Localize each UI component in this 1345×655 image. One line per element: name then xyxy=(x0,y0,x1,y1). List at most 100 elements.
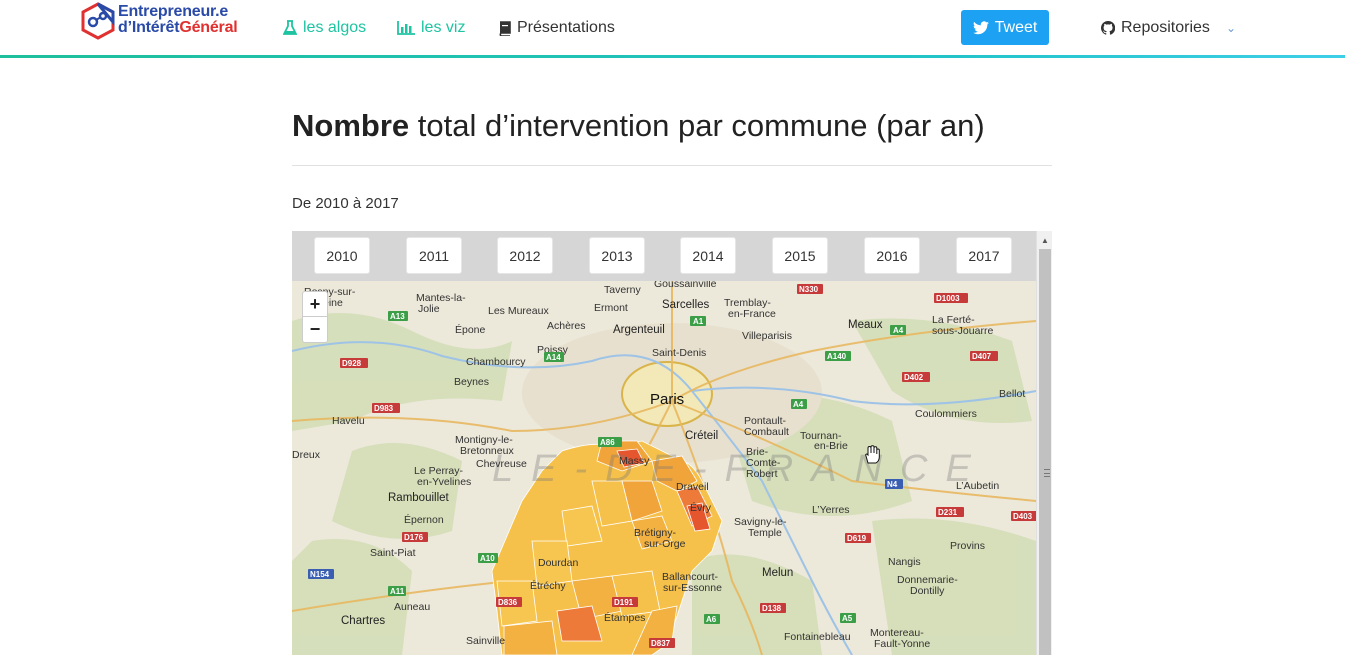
book-icon xyxy=(499,20,511,36)
zoom-out-button[interactable]: − xyxy=(303,317,327,342)
svg-text:D402: D402 xyxy=(904,373,924,382)
year-button-2011[interactable]: 2011 xyxy=(406,237,462,274)
year-button-2014[interactable]: 2014 xyxy=(680,237,736,274)
svg-text:D619: D619 xyxy=(847,534,867,543)
nav-repositories-label: Repositories xyxy=(1121,19,1210,36)
tweet-label: Tweet xyxy=(994,18,1038,36)
svg-text:Auneau: Auneau xyxy=(394,601,430,613)
svg-text:Créteil: Créteil xyxy=(685,430,718,442)
year-button-2016[interactable]: 2016 xyxy=(864,237,920,274)
svg-text:Épone: Épone xyxy=(455,323,486,336)
svg-text:sous-Jouarre: sous-Jouarre xyxy=(932,325,993,337)
year-button-2015[interactable]: 2015 xyxy=(772,237,828,274)
zoom-control: + − xyxy=(302,291,328,343)
svg-text:Bellot: Bellot xyxy=(999,388,1025,400)
brand-hex-icon xyxy=(81,2,115,40)
twitter-icon xyxy=(972,20,989,34)
svg-text:N330: N330 xyxy=(799,285,819,294)
svg-text:Dourdan: Dourdan xyxy=(538,557,578,569)
tweet-button[interactable]: Tweet xyxy=(961,10,1049,45)
year-button-2017[interactable]: 2017 xyxy=(956,237,1012,274)
svg-text:Melun: Melun xyxy=(762,567,793,579)
map-view[interactable]: LE-DE-FRANCE Paris Rosny-sur- Seine Mant… xyxy=(292,281,1036,655)
svg-text:Beynes: Beynes xyxy=(454,376,489,388)
scroll-thumb[interactable] xyxy=(1039,249,1051,655)
svg-text:Chartres: Chartres xyxy=(341,615,385,627)
svg-text:Saint-Piat: Saint-Piat xyxy=(370,547,416,559)
svg-text:Fontainebleau: Fontainebleau xyxy=(784,631,851,643)
svg-text:Jolie: Jolie xyxy=(418,303,440,315)
svg-text:A6: A6 xyxy=(706,615,717,624)
chevron-down-icon: ⌄ xyxy=(1225,21,1236,35)
scroll-grip-icon xyxy=(1044,469,1050,477)
svg-text:D928: D928 xyxy=(342,359,362,368)
svg-text:A1: A1 xyxy=(693,317,704,326)
year-button-2012[interactable]: 2012 xyxy=(497,237,553,274)
svg-text:D837: D837 xyxy=(651,639,671,648)
svg-text:Goussainville: Goussainville xyxy=(654,281,717,290)
frame-scrollbar[interactable]: ▲ xyxy=(1036,231,1052,655)
svg-text:N154: N154 xyxy=(310,570,330,579)
svg-text:Argenteuil: Argenteuil xyxy=(613,324,665,336)
svg-text:Sarcelles: Sarcelles xyxy=(662,299,710,311)
svg-text:D138: D138 xyxy=(762,604,782,613)
svg-text:L’Aubetin: L’Aubetin xyxy=(956,480,999,492)
svg-text:en-Yvelines: en-Yvelines xyxy=(417,476,471,488)
svg-text:en-France: en-France xyxy=(728,308,776,320)
bar-chart-icon xyxy=(397,21,415,35)
svg-text:Havelu: Havelu xyxy=(332,415,365,427)
svg-text:Coulommiers: Coulommiers xyxy=(915,408,977,420)
svg-text:L’Yerres: L’Yerres xyxy=(812,504,850,516)
svg-text:D407: D407 xyxy=(972,352,992,361)
svg-text:sur-Essonne: sur-Essonne xyxy=(663,582,722,594)
nav-presentations-label: Présentations xyxy=(517,19,615,36)
svg-text:Nangis: Nangis xyxy=(888,556,921,568)
svg-text:Fault-Yonne: Fault-Yonne xyxy=(874,638,930,650)
page-title: Nombre total d’intervention par commune … xyxy=(292,108,985,143)
svg-text:D231: D231 xyxy=(938,508,958,517)
title-divider xyxy=(292,165,1052,166)
svg-text:Ermont: Ermont xyxy=(594,302,628,314)
svg-text:sur-Orge: sur-Orge xyxy=(644,538,686,550)
svg-text:D836: D836 xyxy=(498,598,518,607)
nav-algos[interactable]: les algos xyxy=(283,18,366,38)
svg-text:Épernon: Épernon xyxy=(404,513,444,526)
scroll-up-arrow-icon[interactable]: ▲ xyxy=(1037,233,1052,247)
year-button-2013[interactable]: 2013 xyxy=(589,237,645,274)
year-selector-bar: 2010 2011 2012 2013 2014 2015 2016 2017 xyxy=(292,231,1036,281)
svg-text:A14: A14 xyxy=(546,353,561,362)
flask-icon xyxy=(283,20,297,35)
svg-text:Chambourcy: Chambourcy xyxy=(466,356,526,368)
svg-text:Étréchy: Étréchy xyxy=(530,579,566,592)
svg-text:Meaux: Meaux xyxy=(848,319,883,331)
svg-text:D983: D983 xyxy=(374,404,394,413)
navbar: Entrepreneur.e d’IntérêtGénéral les algo… xyxy=(0,0,1345,58)
svg-text:A11: A11 xyxy=(390,587,405,596)
place-paris: Paris xyxy=(650,391,684,408)
map-watermark: LE-DE-FRANCE xyxy=(492,448,989,490)
svg-text:A140: A140 xyxy=(827,352,847,361)
map-tiles: LE-DE-FRANCE Paris Rosny-sur- Seine Mant… xyxy=(292,281,1036,655)
year-button-2010[interactable]: 2010 xyxy=(314,237,370,274)
svg-text:A5: A5 xyxy=(842,614,853,623)
svg-text:Draveil: Draveil xyxy=(676,481,709,493)
navbar-underline xyxy=(0,55,1345,58)
svg-text:Bretonneux: Bretonneux xyxy=(460,445,514,457)
nav-viz[interactable]: les viz xyxy=(397,18,465,38)
zoom-in-button[interactable]: + xyxy=(303,292,327,317)
svg-text:Combault: Combault xyxy=(744,426,789,438)
brand-logo[interactable]: Entrepreneur.e d’IntérêtGénéral xyxy=(80,0,270,40)
svg-text:Massy: Massy xyxy=(619,455,650,467)
brand-line2: d’IntérêtGénéral xyxy=(118,19,238,36)
svg-text:Villeparisis: Villeparisis xyxy=(742,330,792,342)
svg-text:A4: A4 xyxy=(793,400,804,409)
svg-text:en-Brie: en-Brie xyxy=(814,440,848,452)
svg-text:Temple: Temple xyxy=(748,527,782,539)
svg-text:Dreux: Dreux xyxy=(292,449,321,461)
map-viz-frame: 2010 2011 2012 2013 2014 2015 2016 2017 xyxy=(292,231,1052,655)
svg-text:A10: A10 xyxy=(480,554,495,563)
nav-presentations[interactable]: Présentations xyxy=(497,18,615,38)
nav-algos-label: les algos xyxy=(303,19,367,36)
nav-repositories[interactable]: Repositories ⌄ xyxy=(1101,18,1236,38)
github-icon xyxy=(1101,21,1115,35)
